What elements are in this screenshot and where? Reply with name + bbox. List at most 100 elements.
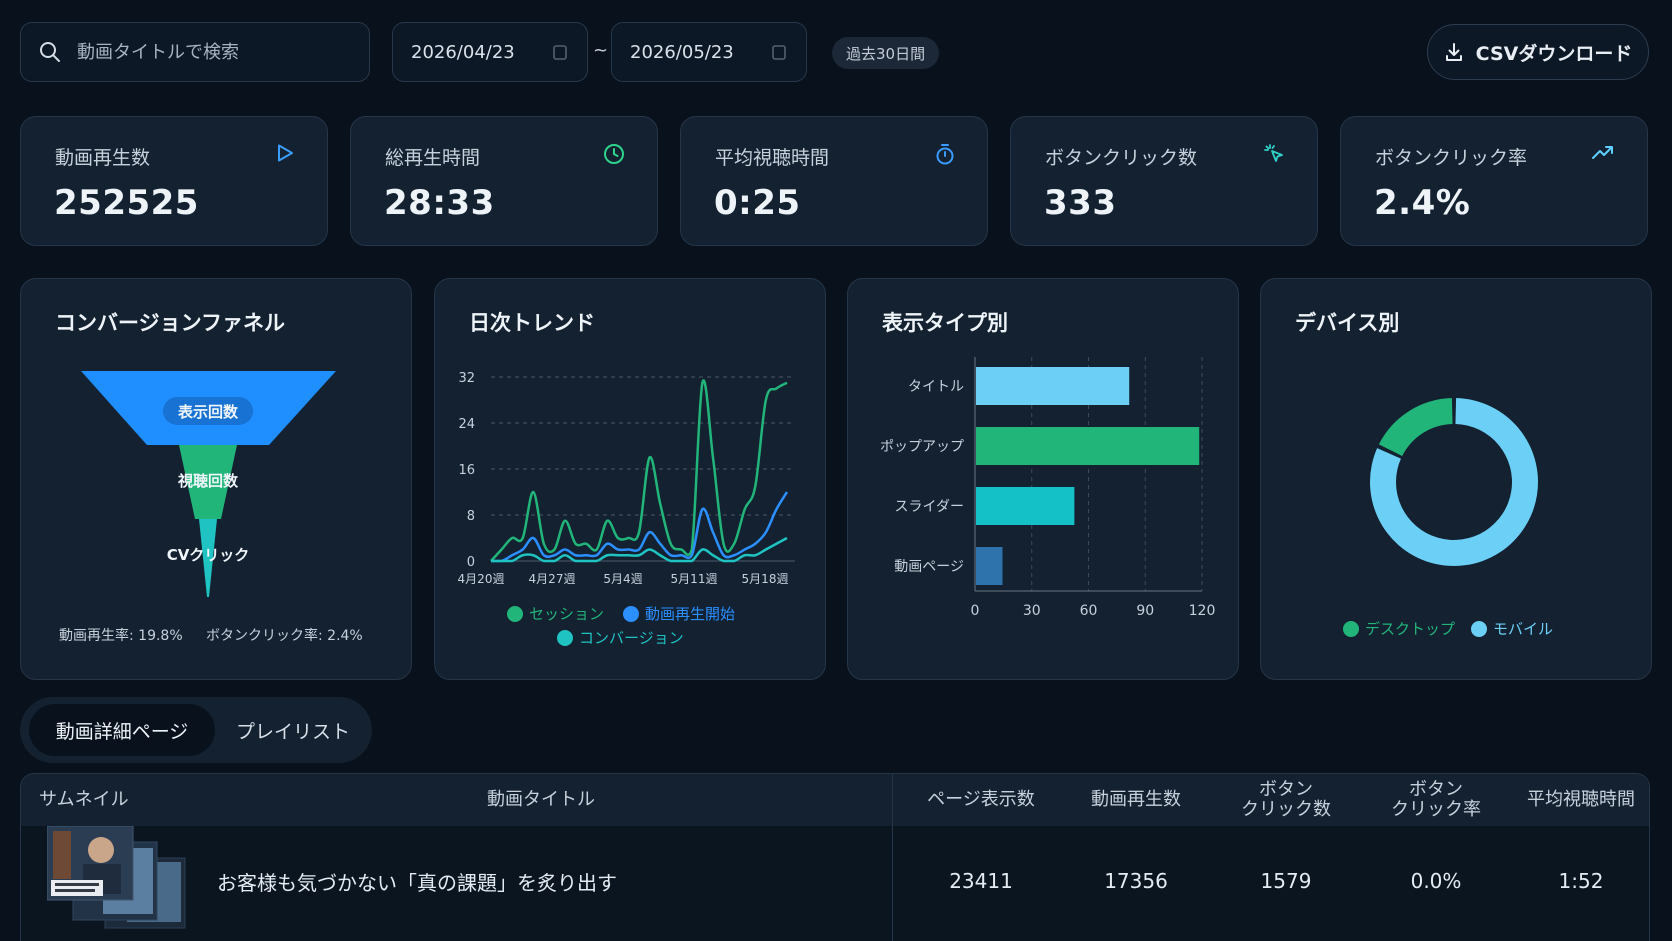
row-clicks: 1579 [1260, 869, 1312, 893]
funnel-stage-label: 表示回数 [178, 403, 239, 421]
legend-swatch [1471, 620, 1487, 637]
legend-label: モバイル [1493, 620, 1554, 638]
start-date-value: 2026/04/23 [411, 41, 515, 63]
table-header: サムネイル 動画タイトル ページ表示数 動画再生数 ボタン クリック数 ボタン … [21, 774, 1649, 826]
legend-label: デスクトップ [1365, 620, 1456, 638]
date-separator: ~ [593, 40, 609, 61]
x-tick-label: 0 [971, 603, 980, 619]
y-category-label: ポップアップ [880, 439, 964, 455]
x-tick-label: 60 [1080, 603, 1098, 619]
col-header-thumbnail[interactable]: サムネイル [39, 774, 129, 826]
y-category-label: タイトル [908, 379, 964, 395]
y-category-label: 動画ページ [894, 559, 964, 575]
calendar-icon [553, 45, 567, 60]
y-tick-label: 16 [458, 463, 475, 478]
x-tick-label: 4月20週 [458, 572, 505, 586]
x-tick-label: 30 [1023, 603, 1041, 619]
csv-download-label: CSVダウンロード [1475, 42, 1633, 65]
kpi-label: 動画再生数 [55, 147, 151, 169]
row-plays: 17356 [1104, 869, 1168, 893]
legend-label: 動画再生開始 [645, 605, 736, 623]
bar [976, 427, 1200, 465]
end-date-value: 2026/05/23 [630, 41, 734, 63]
x-tick-label: 5月4週 [603, 572, 642, 586]
kpi-card-avg-time: 平均視聴時間 0:25 [680, 116, 988, 246]
funnel-click-rate: ボタンクリック率: 2.4% [206, 627, 363, 644]
bar [976, 367, 1130, 405]
col-header-line: クリック数 [1241, 799, 1331, 820]
kpi-label: ボタンクリック率 [1375, 147, 1528, 169]
timer-icon [936, 144, 954, 165]
row-click-rate: 0.0% [1410, 869, 1462, 893]
kpi-label: 総再生時間 [385, 147, 481, 169]
legend-item-desktop[interactable]: デスクトップ [1343, 618, 1455, 639]
preset-range-badge[interactable]: 過去30日間 [832, 37, 940, 69]
y-tick-label: 32 [458, 371, 475, 386]
device-card: デバイス別 デスクトップ モバイル [1260, 278, 1652, 680]
y-tick-label: 8 [467, 509, 475, 524]
kpi-value: 2.4% [1374, 183, 1471, 223]
tab-playlist[interactable]: プレイリスト [220, 704, 366, 756]
display-type-card: 表示タイプ別 0 30 60 90 120 タイトル ポップアップ スライダー 動画ページ [847, 278, 1239, 680]
play-icon [278, 144, 293, 162]
kpi-card-plays: 動画再生数 252525 [20, 116, 328, 246]
x-tick-label: 90 [1136, 603, 1154, 619]
kpi-value: 0:25 [714, 183, 801, 223]
clock-icon [604, 144, 624, 164]
legend-item-play-start[interactable]: 動画再生開始 [623, 603, 735, 624]
kpi-label: ボタンクリック数 [1045, 147, 1198, 169]
series-line [490, 379, 788, 562]
legend-swatch [623, 605, 639, 622]
y-tick-label: 24 [458, 417, 475, 432]
col-header-title[interactable]: 動画タイトル [221, 774, 861, 826]
row-avg-time: 1:52 [1558, 869, 1604, 893]
col-header-click-rate[interactable]: ボタン クリック率 [1361, 774, 1511, 826]
end-date-field[interactable]: 2026/05/23 [611, 22, 807, 82]
legend-swatch [1343, 620, 1359, 637]
kpi-card-clicks: ボタンクリック数 333 [1010, 116, 1318, 246]
start-date-field[interactable]: 2026/04/23 [392, 22, 588, 82]
tab-video-detail[interactable]: 動画詳細ページ [29, 704, 215, 756]
kpi-value: 252525 [54, 183, 199, 223]
col-header-clicks[interactable]: ボタン クリック数 [1211, 774, 1361, 826]
col-header-page-views[interactable]: ページ表示数 [901, 774, 1061, 826]
legend-label: コンバージョン [579, 629, 684, 647]
click-icon [1264, 144, 1283, 162]
kpi-value: 28:33 [384, 183, 495, 223]
video-thumbnail[interactable] [47, 826, 187, 936]
bar [976, 547, 1003, 585]
col-header-line: クリック率 [1391, 799, 1481, 820]
funnel-play-rate: 動画再生率: 19.8% [59, 627, 183, 644]
search-icon [40, 42, 60, 62]
legend-swatch [507, 605, 523, 622]
x-tick-label: 5月18週 [742, 572, 789, 586]
kpi-card-click-rate: ボタンクリック率 2.4% [1340, 116, 1648, 246]
col-header-avg-time[interactable]: 平均視聴時間 [1511, 774, 1649, 826]
kpi-value: 333 [1044, 183, 1117, 223]
column-divider [892, 774, 893, 941]
funnel-stage-label: 視聴回数 [177, 472, 239, 490]
y-tick-label: 0 [467, 555, 475, 570]
col-header-plays[interactable]: 動画再生数 [1061, 774, 1211, 826]
search-box[interactable] [20, 22, 370, 82]
kpi-card-total-time: 総再生時間 28:33 [350, 116, 658, 246]
x-tick-label: 5月11週 [671, 572, 718, 586]
funnel-chart: 表示回数 視聴回数 CVクリック 動画再生率: 19.8% ボタンクリック率: … [59, 371, 363, 644]
row-title[interactable]: お客様も気づかない「真の課題」を炙り出す [217, 826, 617, 936]
csv-download-button[interactable]: CSVダウンロード [1427, 24, 1649, 80]
legend-swatch [557, 629, 573, 646]
legend-item-mobile[interactable]: モバイル [1471, 618, 1553, 639]
x-tick-label: 120 [1189, 603, 1216, 619]
row-page-views: 23411 [949, 869, 1013, 893]
col-header-line: ボタン [1409, 779, 1463, 800]
trending-up-icon [1592, 146, 1613, 159]
video-table: サムネイル 動画タイトル ページ表示数 動画再生数 ボタン クリック数 ボタン … [20, 773, 1650, 941]
legend-item-conversion[interactable]: コンバージョン [557, 627, 684, 648]
calendar-icon [772, 45, 786, 60]
x-tick-label: 4月27週 [529, 572, 576, 586]
kpi-label: 平均視聴時間 [715, 147, 830, 169]
funnel-stage-label: CVクリック [167, 546, 250, 564]
device-chart [1370, 398, 1538, 566]
legend-item-session[interactable]: セッション [507, 603, 604, 624]
search-input[interactable] [77, 41, 337, 63]
